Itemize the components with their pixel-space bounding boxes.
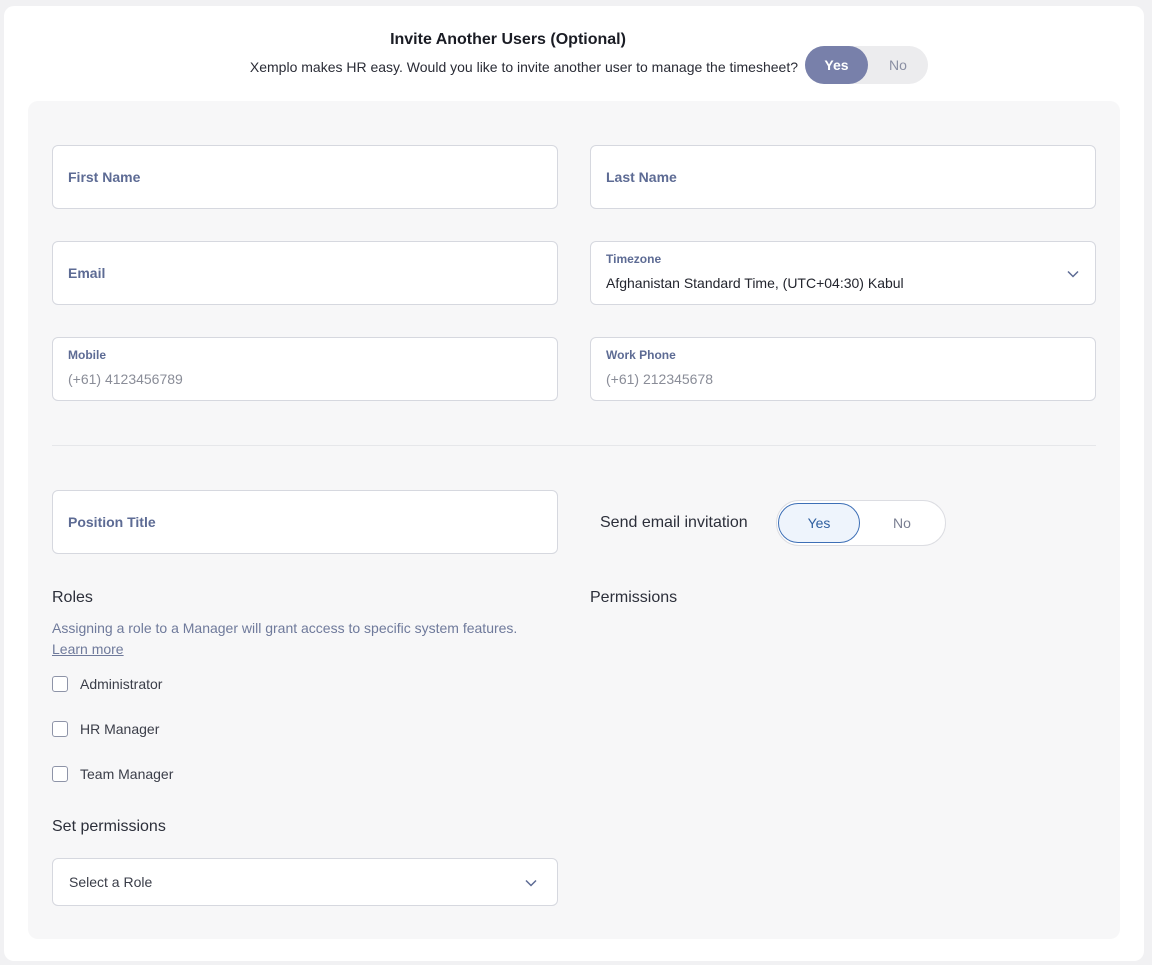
roles-description-text: Assigning a role to a Manager will grant…	[52, 620, 518, 636]
administrator-checkbox[interactable]	[52, 676, 68, 692]
email-label: Email	[68, 265, 106, 281]
roles-description: Assigning a role to a Manager will grant…	[52, 618, 522, 660]
position-title-field[interactable]: Position Title	[52, 490, 558, 554]
last-name-label: Last Name	[606, 169, 677, 185]
administrator-label: Administrator	[80, 676, 163, 692]
invite-question: Xemplo makes HR easy. Would you like to …	[249, 59, 798, 75]
work-phone-field[interactable]: Work Phone (+61) 212345678	[590, 337, 1096, 401]
work-phone-placeholder: (+61) 212345678	[606, 371, 714, 387]
hr-manager-label: HR Manager	[80, 721, 160, 737]
role-select-placeholder: Select a Role	[69, 874, 153, 890]
chevron-down-icon	[525, 879, 537, 887]
permissions-heading: Permissions	[590, 589, 678, 606]
send-email-yes-button[interactable]: Yes	[778, 503, 860, 543]
set-permissions-heading: Set permissions	[52, 818, 166, 835]
section-divider	[52, 445, 1096, 446]
first-name-label: First Name	[68, 169, 141, 185]
send-email-label: Send email invitation	[600, 514, 748, 531]
team-manager-label: Team Manager	[80, 766, 174, 782]
hr-manager-checkbox[interactable]	[52, 721, 68, 737]
position-title-label: Position Title	[68, 514, 156, 530]
invite-yes-button[interactable]: Yes	[805, 46, 868, 84]
last-name-field[interactable]: Last Name	[590, 145, 1096, 209]
timezone-select[interactable]: Timezone Afghanistan Standard Time, (UTC…	[590, 241, 1096, 305]
timezone-label: Timezone	[606, 252, 662, 266]
learn-more-link[interactable]: Learn more	[52, 641, 124, 657]
first-name-field[interactable]: First Name	[52, 145, 558, 209]
mobile-label: Mobile	[68, 348, 106, 362]
invite-no-button[interactable]: No	[868, 46, 928, 84]
send-email-toggle: Yes No	[776, 500, 946, 546]
chevron-down-icon	[1067, 270, 1079, 278]
role-option-hr-manager[interactable]: HR Manager	[52, 721, 159, 737]
work-phone-label: Work Phone	[606, 348, 676, 362]
email-field[interactable]: Email	[52, 241, 558, 305]
timezone-value: Afghanistan Standard Time, (UTC+04:30) K…	[606, 275, 904, 291]
role-option-team-manager[interactable]: Team Manager	[52, 766, 173, 782]
role-option-administrator[interactable]: Administrator	[52, 676, 162, 692]
send-email-no-button[interactable]: No	[861, 503, 943, 543]
mobile-placeholder: (+61) 4123456789	[68, 371, 183, 387]
role-select[interactable]: Select a Role	[52, 858, 558, 906]
team-manager-checkbox[interactable]	[52, 766, 68, 782]
mobile-field[interactable]: Mobile (+61) 4123456789	[52, 337, 558, 401]
roles-heading: Roles	[52, 589, 93, 606]
invite-toggle: Yes No	[805, 46, 928, 84]
